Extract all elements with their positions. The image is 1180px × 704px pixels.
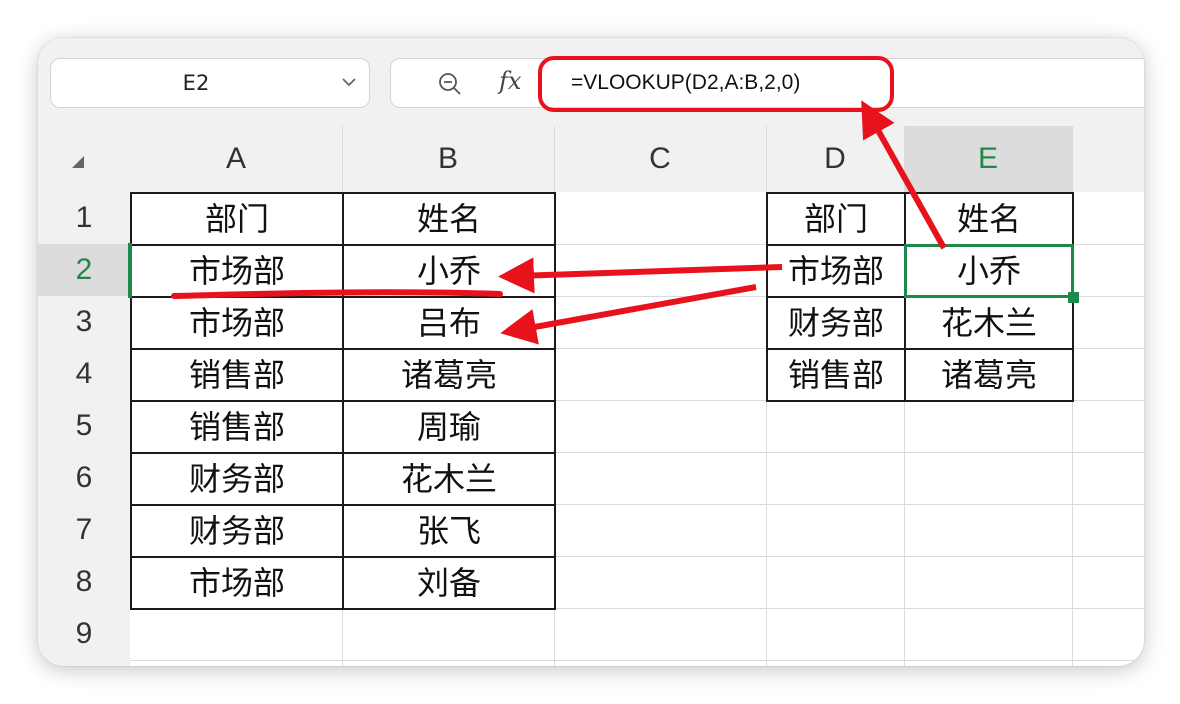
annotation-arrow-d2-to-b3 bbox=[500, 284, 757, 345]
annotation-underline bbox=[171, 289, 503, 299]
spreadsheet-window: E2 fx =VLOOKUP(D2,A:B,2,0) A B C D E 1 2… bbox=[38, 38, 1144, 666]
annotation-arrow-e2-to-formula bbox=[861, 100, 947, 250]
annotation-arrow-d2-to-b2 bbox=[498, 257, 783, 294]
annotation-overlay bbox=[171, 100, 947, 345]
